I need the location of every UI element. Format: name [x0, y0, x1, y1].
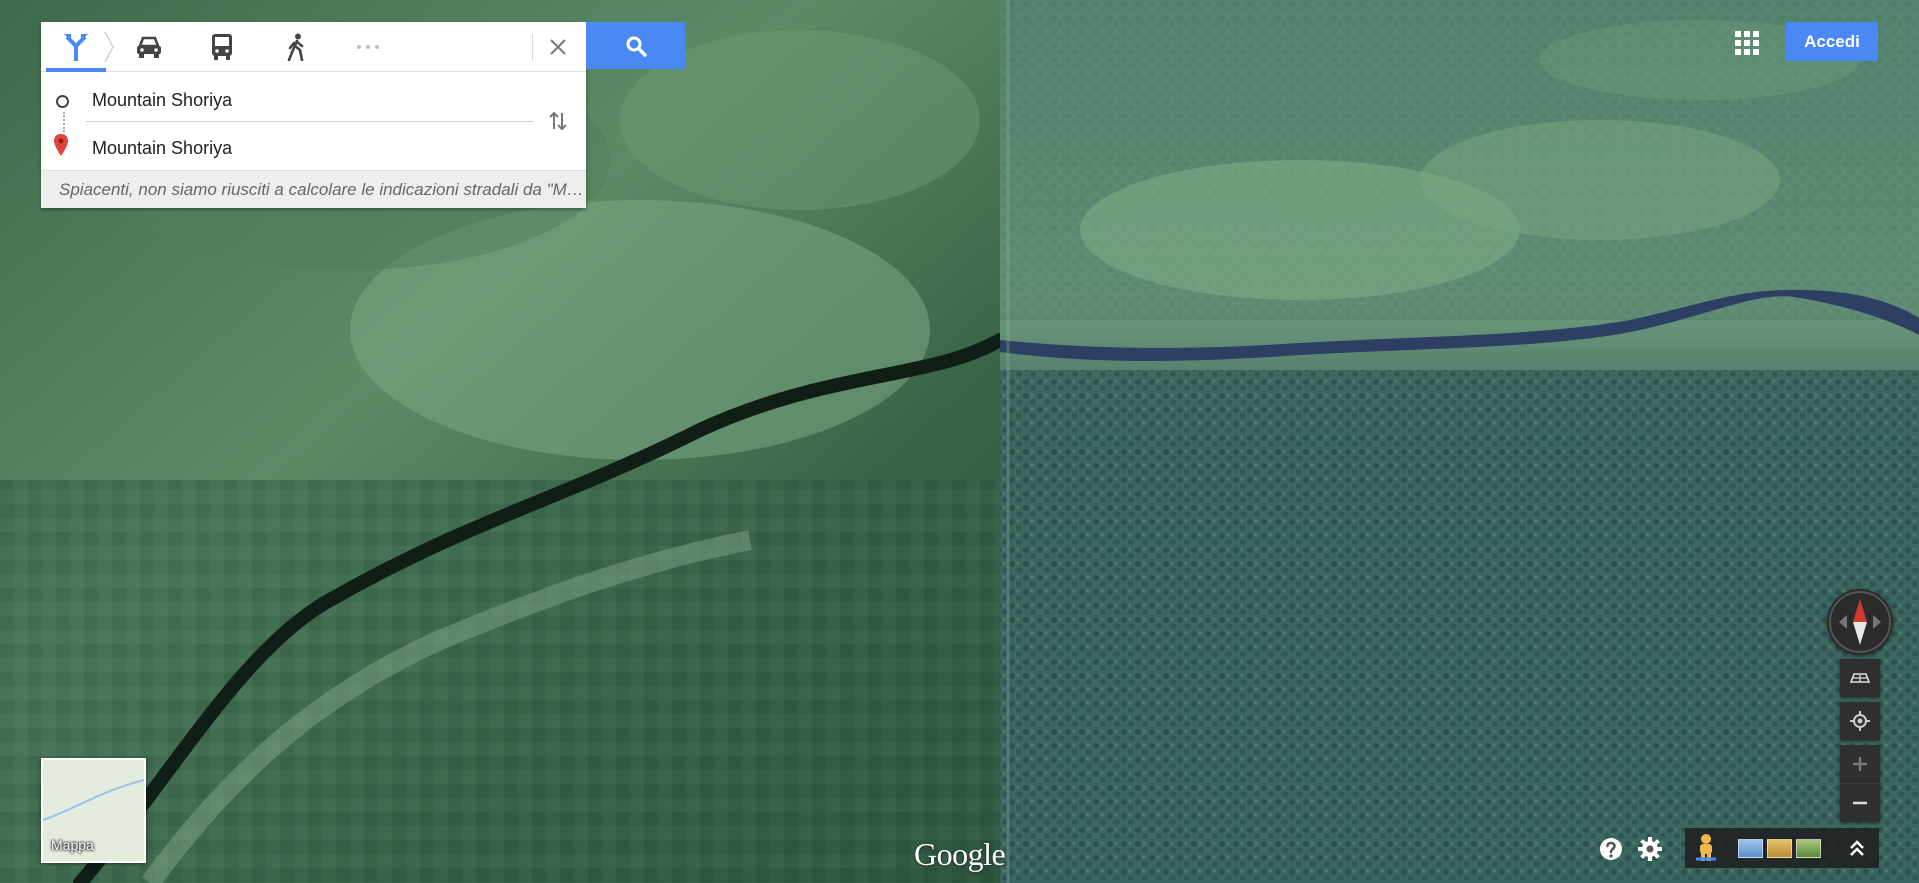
imagery-thumbnail[interactable] [1738, 839, 1763, 858]
plus-icon [1853, 757, 1867, 771]
mode-walking[interactable] [266, 22, 326, 71]
imagery-toolbar [1685, 828, 1879, 868]
google-logo: Google [914, 836, 1006, 872]
more-dots-icon [357, 44, 379, 49]
mode-transit[interactable] [192, 22, 252, 71]
route-dots-icon [63, 112, 67, 132]
directions-error-message: Spiacenti, non siamo riusciti a calcolar… [41, 170, 586, 208]
location-icon [1850, 711, 1870, 731]
close-icon [550, 39, 566, 55]
field-divider [86, 121, 534, 122]
mode-driving[interactable] [119, 22, 179, 71]
signin-button[interactable]: Accedi [1786, 22, 1878, 61]
swap-arrows-icon [549, 111, 567, 131]
car-icon [137, 36, 161, 58]
destination-pin-icon [54, 134, 68, 156]
imagery-thumbnail[interactable] [1767, 839, 1792, 858]
close-directions-button[interactable] [541, 30, 575, 64]
destination-input[interactable] [92, 126, 532, 170]
my-location-button[interactable] [1840, 702, 1880, 740]
pegman-icon[interactable] [1692, 833, 1720, 863]
settings-gear-icon[interactable] [1637, 836, 1663, 862]
origin-circle-icon [56, 95, 69, 108]
zoom-in-button[interactable] [1840, 745, 1880, 784]
minus-icon [1853, 801, 1867, 805]
compass-control[interactable] [1827, 589, 1893, 655]
bus-icon [212, 33, 232, 60]
minimap-label: Mappa [51, 837, 94, 853]
apps-grid-icon[interactable] [1733, 29, 1761, 57]
compass-icon [1829, 591, 1891, 653]
directions-panel [41, 22, 586, 170]
origin-input[interactable] [92, 78, 532, 122]
walking-icon [287, 33, 304, 61]
waypoint-inputs [41, 72, 586, 170]
imagery-thumbnail[interactable] [1796, 839, 1821, 858]
search-icon [626, 36, 647, 57]
zoom-out-button[interactable] [1840, 784, 1880, 822]
help-icon[interactable] [1598, 836, 1624, 862]
swap-waypoints-button[interactable] [543, 106, 573, 136]
expand-chevron-icon[interactable] [1845, 836, 1869, 860]
tilt-icon [1850, 673, 1870, 683]
search-button[interactable] [586, 22, 685, 69]
mode-more[interactable] [338, 22, 398, 71]
toolbar-divider [532, 34, 533, 61]
travel-mode-bar [41, 22, 586, 72]
tilt-button[interactable] [1840, 659, 1880, 697]
mode-separator-icon [104, 31, 114, 63]
mode-best-route[interactable] [46, 22, 106, 72]
directions-fork-icon [64, 33, 88, 61]
map-view-toggle[interactable]: Mappa [41, 758, 146, 863]
